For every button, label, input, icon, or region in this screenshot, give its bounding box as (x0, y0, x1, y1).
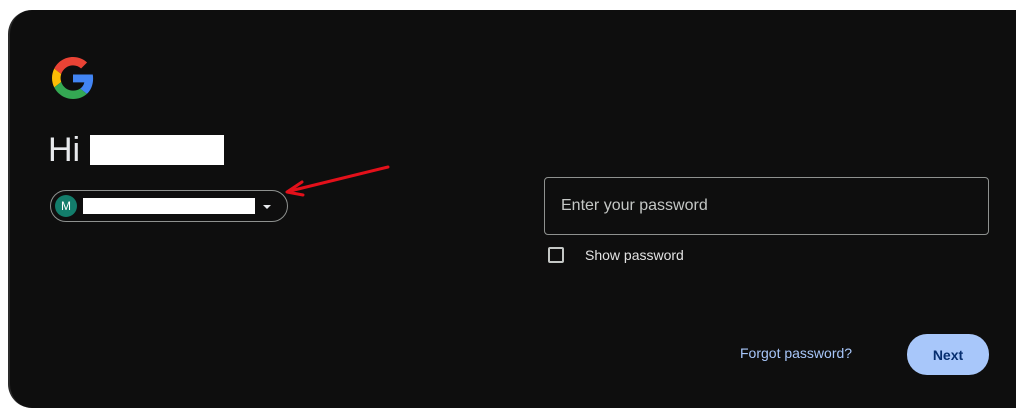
avatar: M (55, 195, 77, 217)
show-password-label: Show password (585, 247, 684, 263)
redacted-email (83, 198, 255, 214)
show-password-toggle[interactable]: Show password (548, 245, 684, 265)
account-chooser-button[interactable]: M (50, 190, 288, 222)
google-logo-icon (52, 57, 94, 99)
password-input[interactable] (545, 178, 988, 234)
annotation-arrow-icon (285, 165, 390, 197)
chevron-down-icon (263, 205, 271, 209)
show-password-checkbox[interactable] (548, 247, 564, 263)
greeting-text: Hi (48, 131, 81, 169)
page: Hi M Show password Forgot password? Next (0, 0, 1016, 411)
next-button[interactable]: Next (907, 334, 989, 375)
redacted-name (90, 135, 225, 165)
password-field-container (544, 177, 989, 235)
greeting: Hi (48, 130, 225, 170)
forgot-password-link[interactable]: Forgot password? (740, 345, 852, 361)
